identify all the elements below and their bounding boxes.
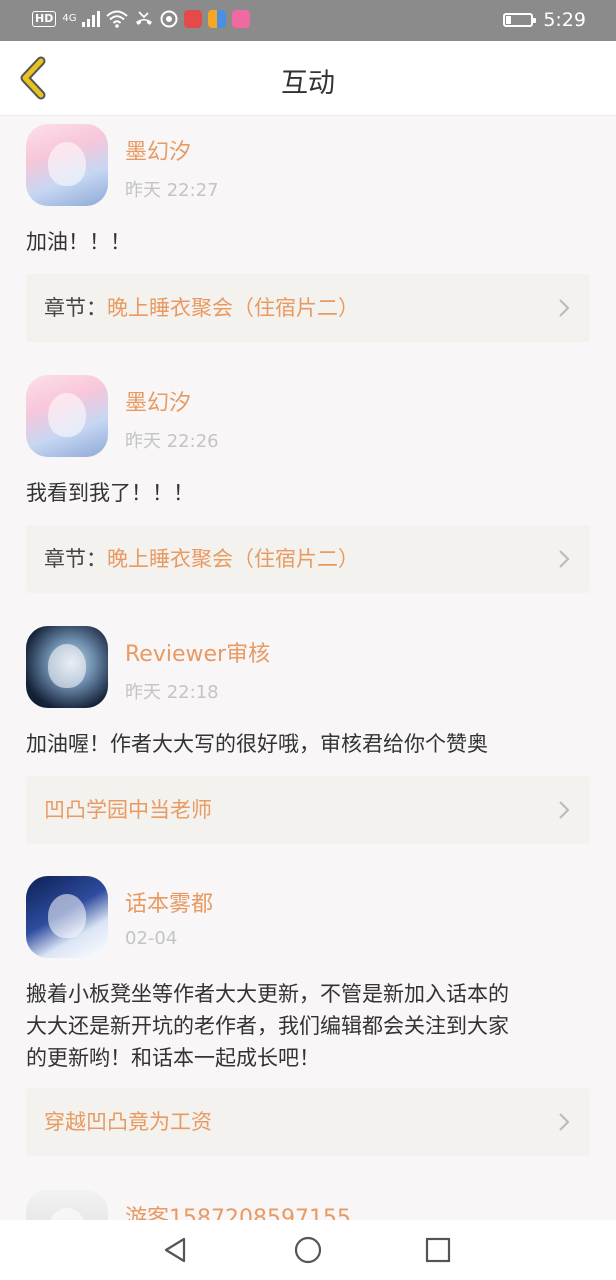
comment-text: 加油喔！作者大大写的很好哦，审核君给你个赞奥 <box>26 732 488 756</box>
avatar[interactable] <box>26 124 108 206</box>
battery-icon <box>503 13 537 27</box>
username[interactable]: 话本雾都 <box>125 886 213 918</box>
chapter-prefix: 章节： <box>44 296 107 320</box>
chapter-prefix: 章节： <box>44 547 107 571</box>
timestamp: 02-04 <box>125 928 178 949</box>
avatar[interactable] <box>26 876 108 958</box>
username[interactable]: 游客1587208597155 <box>125 1200 351 1220</box>
avatar[interactable] <box>26 1190 108 1220</box>
chevron-right-icon <box>559 1113 570 1131</box>
chapter-name: 晚上睡衣聚会（住宿片二） <box>107 296 359 320</box>
comment-line: 的更新哟！和话本一起成长吧！ <box>26 1046 320 1070</box>
timestamp: 昨天 22:18 <box>125 682 219 703</box>
chapter-name: 晚上睡衣聚会（住宿片二） <box>107 547 359 571</box>
status-bar: HD 4G 5:29 <box>0 0 616 41</box>
network-type: 4G <box>62 13 77 24</box>
chapter-name: 凹凸学园中当老师 <box>44 798 212 822</box>
chapter-link[interactable]: 章节：晚上睡衣聚会（住宿片二） <box>26 274 590 342</box>
chapter-name: 穿越凹凸竟为工资 <box>44 1110 212 1134</box>
missed-call-icon <box>136 11 153 25</box>
username[interactable]: 墨幻汐 <box>125 385 191 417</box>
comment-text: 搬着小板凳坐等作者大大更新，不管是新加入话本的 大大还是新开坑的老作者，我们编辑… <box>26 978 586 1074</box>
avatar[interactable] <box>26 626 108 708</box>
clock: 5:29 <box>543 9 586 31</box>
comment-line: 搬着小板凳坐等作者大大更新，不管是新加入话本的 <box>26 982 509 1006</box>
back-triangle-icon[interactable] <box>160 1234 192 1266</box>
timestamp: 昨天 22:27 <box>125 180 219 201</box>
chapter-link[interactable]: 穿越凹凸竟为工资 <box>26 1088 590 1156</box>
comment-text: 我看到我了！！！ <box>26 481 194 505</box>
chapter-link[interactable]: 章节：晚上睡衣聚会（住宿片二） <box>26 525 590 593</box>
navigation-bar <box>0 1220 616 1280</box>
comment-line: 大大还是新开坑的老作者，我们编辑都会关注到大家 <box>26 1014 509 1038</box>
recents-square-icon[interactable] <box>422 1234 454 1266</box>
avatar[interactable] <box>26 375 108 457</box>
app-pink-icon <box>232 10 251 28</box>
username[interactable]: Reviewer审核 <box>125 636 270 668</box>
signal-icon <box>82 11 101 27</box>
home-circle-icon[interactable] <box>292 1234 324 1266</box>
header: 互动 <box>0 41 616 116</box>
chevron-right-icon <box>559 299 570 317</box>
wifi-icon <box>106 10 129 28</box>
netease-icon <box>160 10 178 28</box>
chevron-right-icon <box>559 801 570 819</box>
hd-indicator: HD <box>32 11 57 27</box>
chapter-link[interactable]: 凹凸学园中当老师 <box>26 776 590 844</box>
username[interactable]: 墨幻汐 <box>125 134 191 166</box>
app-red-icon <box>184 10 203 28</box>
comment-text: 加油！！！ <box>26 230 131 254</box>
chevron-right-icon <box>559 550 570 568</box>
interaction-feed[interactable]: 墨幻汐 昨天 22:27 加油！！！ 章节：晚上睡衣聚会（住宿片二） 墨幻汐 昨… <box>0 116 616 1220</box>
page-title: 互动 <box>281 68 335 99</box>
app-multicolor-icon <box>208 10 227 28</box>
timestamp: 昨天 22:26 <box>125 431 219 452</box>
